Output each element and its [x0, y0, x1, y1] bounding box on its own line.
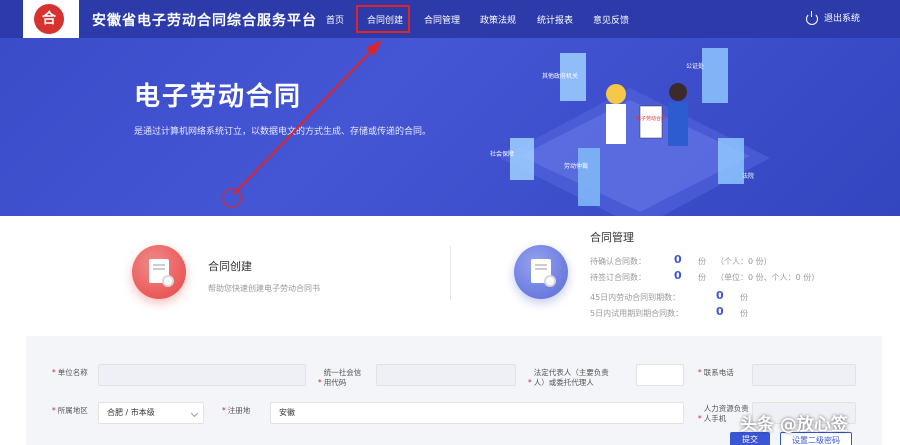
stat-value-probation-5[interactable]: 0 — [716, 305, 724, 318]
highlight-box — [356, 5, 410, 33]
region-label: * 所属地区 — [52, 406, 88, 415]
nav-reports[interactable]: 统计报表 — [537, 13, 573, 26]
label-social: 社会保障 — [490, 150, 514, 158]
stat-value-expiring-45[interactable]: 0 — [716, 289, 724, 302]
region-value: 合肥 / 市本级 — [107, 408, 155, 417]
carousel-indicators[interactable] — [432, 207, 472, 216]
address-input[interactable]: 安徽 — [270, 402, 684, 424]
logo[interactable]: 合 — [23, 0, 79, 38]
stat-value-pending-sign[interactable]: 0 — [674, 269, 682, 282]
nav-policy[interactable]: 政策法规 — [480, 13, 516, 26]
power-icon — [806, 10, 818, 25]
illustration-doc-label: 电子劳动合同 — [636, 115, 666, 122]
contract-manage-icon[interactable] — [514, 245, 568, 299]
label-gov: 其他政府机关 — [542, 72, 578, 80]
legal-rep-label: *法定代表人（主要负责人）或委托代理人 — [528, 368, 609, 387]
banner-description: 是通过计算机网络系统订立，以数据电文的方式生成、存储或传递的合同。 — [134, 127, 432, 137]
phone-label: * 联系电话 — [698, 368, 734, 377]
nav-feedback[interactable]: 意见反馈 — [593, 13, 629, 26]
company-name-input[interactable] — [98, 364, 306, 386]
logo-emblem: 合 — [34, 4, 64, 34]
address-value: 安徽 — [279, 408, 295, 417]
card-divider — [450, 246, 451, 300]
hero-banner: 电子劳动合同 是通过计算机网络系统订立，以数据电文的方式生成、存储或传递的合同。… — [0, 38, 900, 216]
stat-label-pending-confirm: 待确认合同数： — [590, 257, 646, 266]
manage-card-title[interactable]: 合同管理 — [590, 229, 634, 245]
chevron-down-icon — [190, 409, 199, 418]
stat-note: （个人：0 份） — [716, 257, 772, 266]
label-arbitration: 劳动仲裁 — [564, 162, 588, 170]
legal-rep-input[interactable] — [636, 364, 684, 386]
stat-value-pending-confirm[interactable]: 0 — [674, 253, 682, 266]
logout-label: 退出系统 — [824, 14, 861, 24]
stat-unit: 份 — [740, 293, 748, 302]
stat-unit: 份 — [698, 257, 706, 266]
stat-label-probation-5: 5日内试用期到期合同数： — [590, 309, 684, 318]
stat-unit: 份 — [698, 273, 706, 282]
stat-unit: 份 — [740, 309, 748, 318]
stat-label-pending-sign: 待签订合同数： — [590, 273, 646, 282]
contract-create-icon[interactable] — [132, 245, 186, 299]
stat-note: （单位：0 份、个人：0 份） — [716, 273, 820, 282]
phone-input[interactable] — [752, 364, 856, 386]
company-name-label: * 单位名称 — [52, 368, 88, 377]
banner-title: 电子劳动合同 — [134, 82, 303, 112]
region-select[interactable]: 合肥 / 市本级 — [98, 402, 204, 424]
top-header: 合 安徽省电子劳动合同综合服务平台 首页 合同创建 合同管理 政策法规 统计报表… — [0, 0, 900, 40]
create-card-subtitle: 帮助您快速创建电子劳动合同书 — [208, 284, 320, 293]
create-card-title[interactable]: 合同创建 — [208, 258, 252, 274]
credit-code-input[interactable] — [376, 364, 516, 386]
stat-label-expiring-45: 45日内劳动合同到期数： — [590, 293, 681, 302]
nav-contract-manage[interactable]: 合同管理 — [424, 13, 460, 26]
nav-home[interactable]: 首页 — [322, 13, 348, 40]
watermark-text: 头条 @放心签 — [740, 415, 848, 435]
logout-button[interactable]: 退出系统 — [806, 10, 861, 25]
address-label: * 注册地 — [222, 406, 251, 415]
banner-illustration: 电子劳动合同 其他政府机关 公证处 社会保障 劳动仲裁 法院 — [490, 48, 770, 216]
label-court: 法院 — [742, 172, 754, 180]
label-notary: 公证处 — [686, 62, 704, 70]
credit-code-label: *统一社会信用代码 — [318, 368, 362, 387]
site-title: 安徽省电子劳动合同综合服务平台 — [92, 13, 317, 29]
